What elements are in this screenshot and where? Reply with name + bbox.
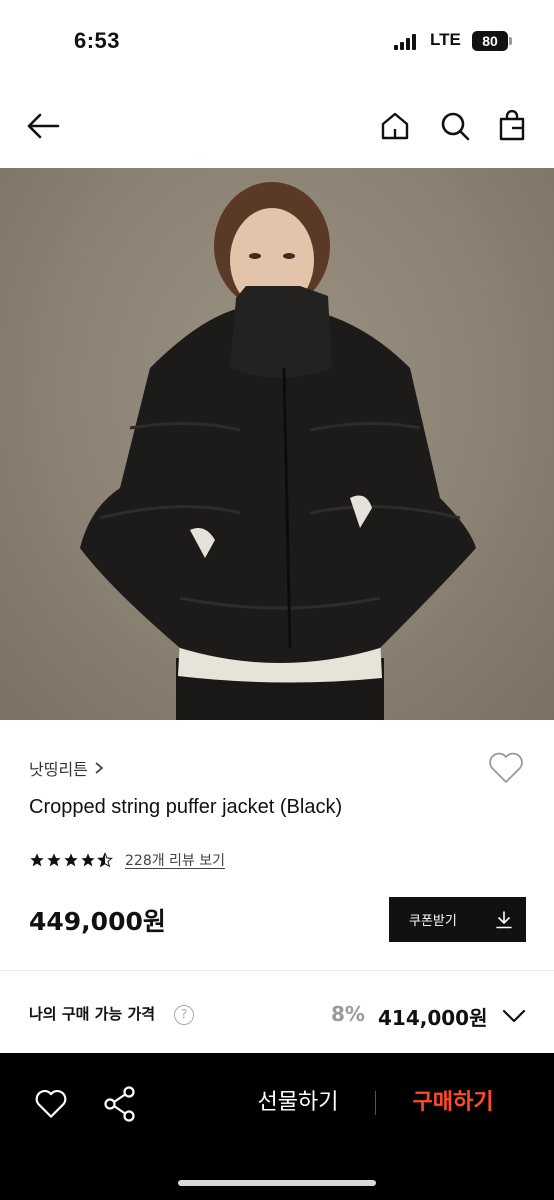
product-image[interactable] (0, 168, 554, 720)
cart-button[interactable] (490, 104, 534, 148)
discount-rate: 8% (331, 1002, 365, 1026)
coupon-button[interactable]: 쿠폰받기 (389, 897, 526, 942)
reviews-link[interactable]: 228개 리뷰 보기 (125, 850, 225, 870)
share-button[interactable] (103, 1085, 137, 1123)
coupon-label: 쿠폰받기 (409, 914, 457, 929)
heart-outline-icon (489, 752, 523, 783)
status-time: 6:53 (74, 28, 121, 53)
home-indicator[interactable] (178, 1180, 376, 1186)
brand-name: 낫띵리튼 (29, 760, 88, 779)
buy-button[interactable]: 구매하기 (394, 1081, 512, 1125)
heart-outline-icon (35, 1089, 67, 1118)
nav-bar (0, 84, 554, 168)
star-icon (64, 853, 78, 867)
rating-stars (29, 852, 113, 868)
wishlist-button[interactable] (486, 748, 526, 788)
help-icon[interactable]: ? (174, 1005, 194, 1025)
star-icon (81, 853, 95, 867)
product-title: Cropped string puffer jacket (Black) (29, 796, 343, 818)
chevron-right-icon (95, 762, 104, 774)
home-button[interactable] (373, 104, 417, 148)
divider (0, 970, 554, 971)
star-icon (47, 853, 61, 867)
home-icon (381, 112, 409, 140)
bottom-wishlist-button[interactable] (33, 1086, 69, 1122)
brand-link[interactable]: 낫띵리튼 (29, 756, 104, 780)
shopping-bag-icon (499, 110, 525, 141)
star-half-icon (97, 852, 113, 868)
back-button[interactable] (21, 104, 65, 148)
product-price: 449,000원 (29, 907, 166, 936)
divider (375, 1091, 376, 1115)
rating-row: 228개 리뷰 보기 (29, 850, 225, 870)
bottom-action-bar: 선물하기 구매하기 (0, 1053, 554, 1200)
gift-button[interactable]: 선물하기 (236, 1081, 360, 1125)
status-bar: 6:53 LTE 80 (0, 0, 554, 84)
battery-tip (509, 37, 512, 45)
signal-icon (394, 34, 420, 50)
share-icon (104, 1086, 135, 1122)
network-label: LTE (430, 30, 461, 49)
model-photo (80, 182, 476, 720)
download-icon (496, 910, 512, 928)
search-icon (441, 112, 470, 141)
battery-icon: 80 (472, 31, 508, 51)
discounted-price: 414,000원 (378, 1006, 488, 1030)
chevron-down-icon[interactable] (500, 1002, 528, 1030)
arrow-left-icon (27, 113, 60, 139)
my-price-row[interactable]: 나의 구매 가능 가격 ? 8% 414,000원 (0, 984, 554, 1046)
search-button[interactable] (433, 104, 477, 148)
star-icon (30, 853, 44, 867)
my-price-label: 나의 구매 가능 가격 (29, 1005, 156, 1023)
